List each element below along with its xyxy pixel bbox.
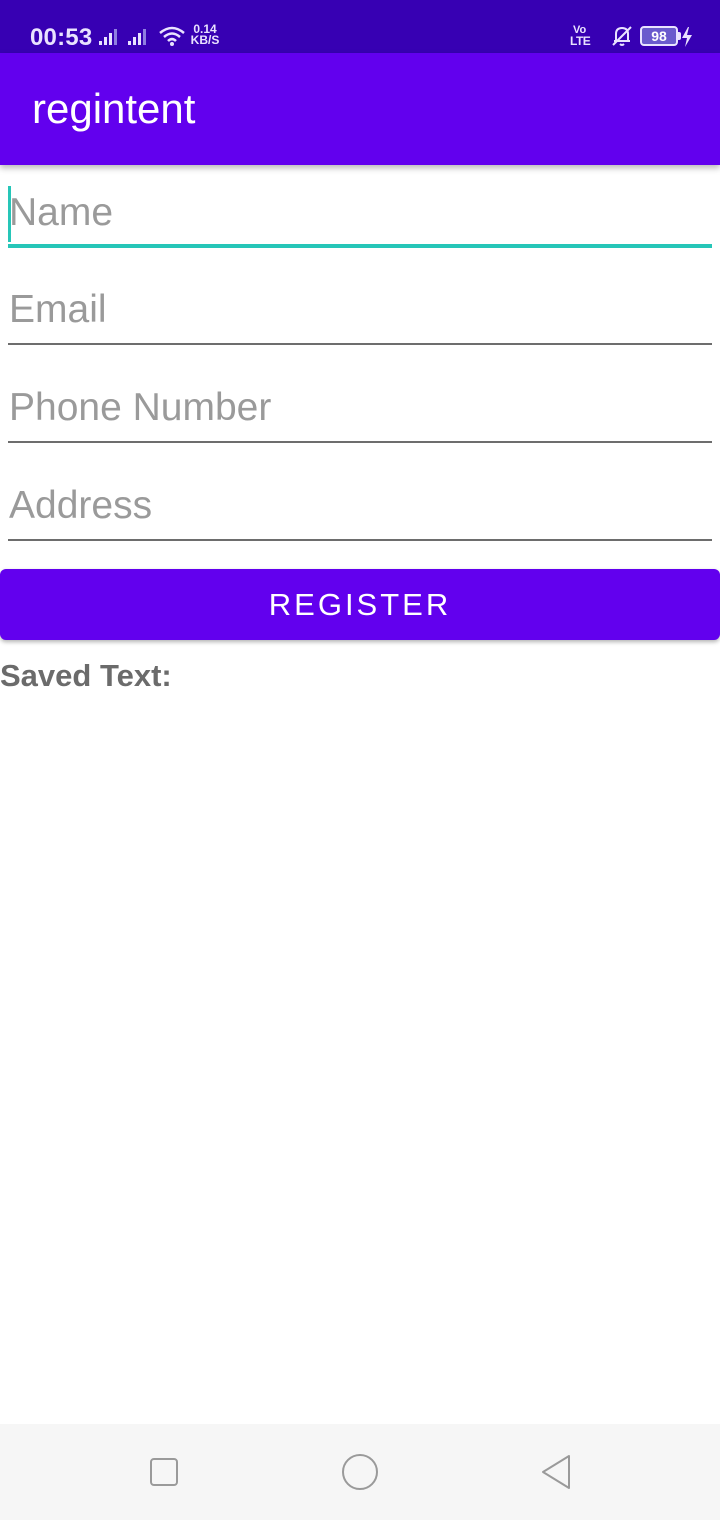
status-time: 00:53 (30, 24, 93, 51)
saved-text-label: Saved Text: (0, 658, 172, 693)
network-speed-unit: KB/S (190, 33, 220, 47)
back-icon (542, 1455, 570, 1489)
bell-off-icon (612, 26, 632, 46)
register-button[interactable]: REGISTER (0, 569, 720, 640)
address-field[interactable] (8, 477, 712, 541)
phone-underline (8, 441, 712, 443)
volte-icon: Vo LTE (570, 25, 606, 49)
status-bar: 00:53 0.14 KB/S Vo LTE 98 (0, 0, 720, 53)
wifi-icon (159, 26, 185, 46)
recent-apps-button[interactable] (144, 1452, 184, 1492)
back-button[interactable] (536, 1452, 576, 1492)
email-input[interactable] (8, 281, 712, 339)
volte-bottom-label: LTE (570, 34, 591, 48)
navigation-bar (0, 1424, 720, 1520)
phone-input[interactable] (8, 379, 712, 437)
network-speed: 0.14 KB/S (190, 23, 220, 47)
app-title: regintent (32, 85, 196, 132)
app-bar: regintent (0, 53, 720, 165)
name-input[interactable] (8, 184, 712, 242)
charging-icon (682, 27, 692, 47)
name-field[interactable] (8, 184, 712, 248)
address-input[interactable] (8, 477, 712, 535)
address-underline (8, 539, 712, 541)
text-cursor (8, 186, 11, 242)
home-icon (342, 1454, 378, 1490)
email-field[interactable] (8, 281, 712, 345)
signal-icon (99, 29, 117, 45)
recent-apps-icon (150, 1458, 178, 1486)
name-underline (8, 244, 712, 248)
home-button[interactable] (340, 1452, 380, 1492)
battery-icon: 98 (640, 26, 678, 46)
email-underline (8, 343, 712, 345)
phone-field[interactable] (8, 379, 712, 443)
signal-icon (128, 29, 146, 45)
